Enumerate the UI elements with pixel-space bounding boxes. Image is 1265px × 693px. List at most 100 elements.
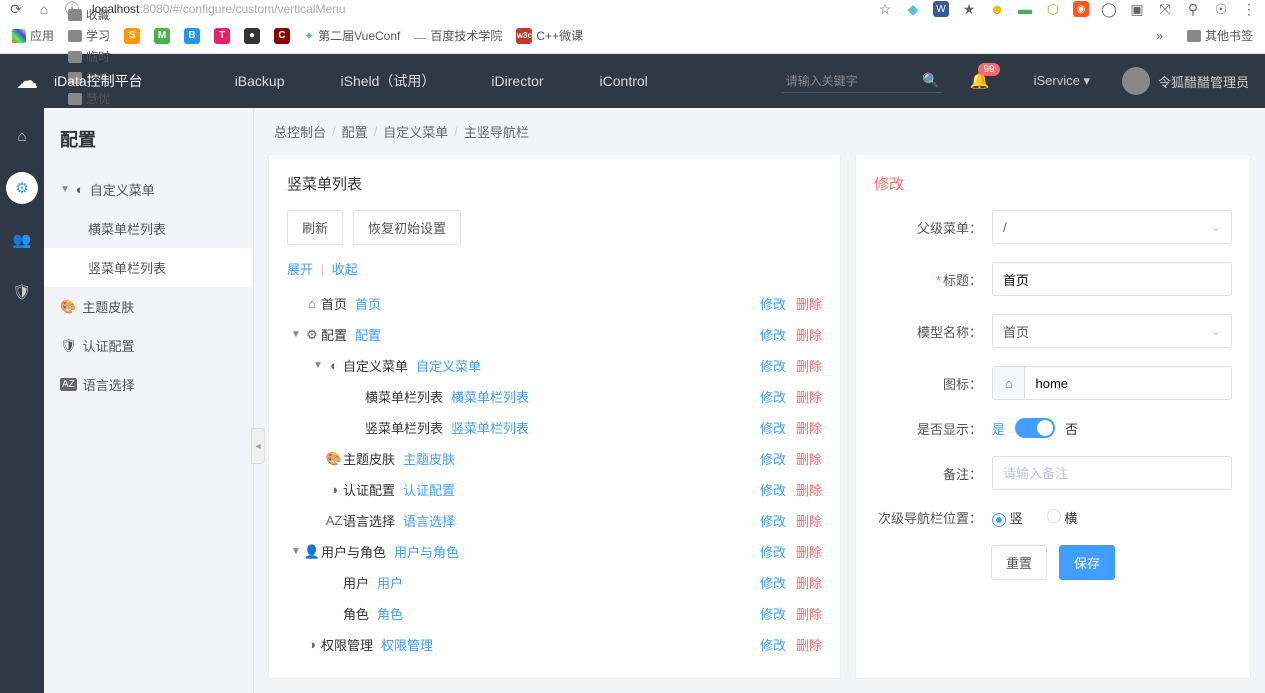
menu-icon[interactable]: ⋮ [1241, 1, 1257, 17]
nav-idirector[interactable]: iDirector [467, 73, 567, 89]
edit-link[interactable]: 修改 [760, 635, 786, 654]
ext-face-icon[interactable]: ☻ [989, 1, 1005, 17]
bell-icon[interactable]: 🔔99 [970, 71, 990, 91]
crumb-0[interactable]: 总控制台 [274, 122, 326, 141]
ext-arrow-icon[interactable]: ⤧ [1157, 1, 1173, 17]
tree-link[interactable]: 认证配置 [403, 480, 455, 499]
home-chrome-icon[interactable]: ⌂ [36, 1, 52, 17]
title-input[interactable] [992, 262, 1232, 296]
visible-switch[interactable] [1015, 418, 1055, 438]
sidebar-item-horizontal-list[interactable]: 横菜单栏列表 [44, 209, 253, 248]
edit-link[interactable]: 修改 [760, 480, 786, 499]
site-baidu[interactable]: ⎼百度技术学院 [410, 25, 506, 46]
chevron-down-icon[interactable]: ▼ [291, 329, 303, 340]
tree-link[interactable]: 配置 [355, 325, 381, 344]
more-bookmarks[interactable]: » [1156, 29, 1163, 43]
sidebar-item-auth[interactable]: 🛡认证配置 [44, 326, 253, 365]
bookmark-folder[interactable]: 收藏 [64, 4, 114, 25]
ext-pin-icon[interactable]: ⚲ [1185, 1, 1201, 17]
tree-link[interactable]: 语言选择 [403, 511, 455, 530]
site-w3c[interactable]: w3cC++微课 [512, 25, 587, 46]
delete-link[interactable]: 删除 [796, 449, 822, 468]
tree-link[interactable]: 权限管理 [381, 635, 433, 654]
ext-node-icon[interactable]: ⬡ [1045, 1, 1061, 17]
delete-link[interactable]: 删除 [796, 511, 822, 530]
site-dark[interactable]: ● [240, 26, 264, 46]
edit-link[interactable]: 修改 [760, 356, 786, 375]
ext-icon-w[interactable]: W [933, 1, 949, 17]
crumb-1[interactable]: 配置 [342, 122, 368, 141]
site-sogou[interactable]: S [120, 26, 144, 46]
delete-link[interactable]: 删除 [796, 387, 822, 406]
ext-box-icon[interactable]: ▣ [1129, 1, 1145, 17]
tree-link[interactable]: 横菜单栏列表 [451, 387, 529, 406]
delete-link[interactable]: 删除 [796, 542, 822, 561]
crumb-2[interactable]: 自定义菜单 [383, 122, 448, 141]
ext-icon-o[interactable]: ◉ [1073, 1, 1089, 17]
tree-link[interactable]: 主题皮肤 [403, 449, 455, 468]
edit-link[interactable]: 修改 [760, 542, 786, 561]
restore-button[interactable]: 恢复初始设置 [353, 210, 461, 245]
sidebar-item-custom-menu[interactable]: ▼ ◐ 自定义菜单 [44, 170, 253, 209]
tree-link[interactable]: 竖菜单栏列表 [451, 418, 529, 437]
ext-star-icon[interactable]: ★ [961, 1, 977, 17]
iservice-dropdown[interactable]: iService ▾ [1034, 73, 1090, 89]
site-t[interactable]: T [210, 26, 234, 46]
delete-link[interactable]: 删除 [796, 604, 822, 623]
tree-link[interactable]: 用户与角色 [394, 542, 459, 561]
url-bar[interactable]: localhost:8080/#/configure/custom/vertic… [92, 2, 346, 16]
delete-link[interactable]: 删除 [796, 418, 822, 437]
search-input[interactable] [782, 70, 942, 93]
bookmark-folder[interactable]: 慧优 [64, 88, 114, 109]
user-menu[interactable]: 令狐醋醋管理员 [1122, 67, 1249, 95]
delete-link[interactable]: 删除 [796, 635, 822, 654]
rail-shield-icon[interactable]: 🛡 [6, 276, 38, 308]
ext-chat-icon[interactable]: ▬ [1017, 1, 1033, 17]
reload-icon[interactable]: ⟳ [8, 1, 24, 17]
other-bookmarks[interactable]: 其他书签 [1183, 25, 1257, 46]
reset-button[interactable]: 重置 [991, 545, 1047, 580]
sidebar-item-language[interactable]: AZ语言选择 [44, 365, 253, 404]
site-c[interactable]: C [270, 26, 294, 46]
edit-link[interactable]: 修改 [760, 604, 786, 623]
edit-link[interactable]: 修改 [760, 294, 786, 313]
radio-vertical[interactable]: 竖 [992, 508, 1023, 527]
delete-link[interactable]: 删除 [796, 294, 822, 313]
ext-cat-icon[interactable]: ☉ [1213, 1, 1229, 17]
edit-link[interactable]: 修改 [760, 449, 786, 468]
sidebar-collapse-handle[interactable]: ◂ [251, 428, 265, 464]
apps-button[interactable]: 应用 [8, 25, 58, 46]
edit-link[interactable]: 修改 [760, 573, 786, 592]
rail-home-icon[interactable]: ⌂ [6, 120, 38, 152]
nav-ibackup[interactable]: iBackup [211, 73, 309, 89]
ext-icon-1[interactable]: ◆ [905, 1, 921, 17]
refresh-button[interactable]: 刷新 [287, 210, 343, 245]
edit-link[interactable]: 修改 [760, 387, 786, 406]
delete-link[interactable]: 删除 [796, 325, 822, 344]
sidebar-item-theme[interactable]: 🎨主题皮肤 [44, 287, 253, 326]
bookmark-folder[interactable]: 学习 [64, 25, 114, 46]
search-icon[interactable]: 🔍 [922, 72, 939, 89]
nav-isheld[interactable]: iSheld（试用） [317, 71, 460, 91]
ext-globe-icon[interactable]: ◯ [1101, 1, 1117, 17]
tree-link[interactable]: 首页 [355, 294, 381, 313]
delete-link[interactable]: 删除 [796, 356, 822, 375]
parent-select[interactable]: /⌄ [992, 210, 1232, 244]
save-button[interactable]: 保存 [1059, 545, 1115, 580]
delete-link[interactable]: 删除 [796, 480, 822, 499]
chevron-down-icon[interactable]: ▼ [313, 360, 325, 371]
star-icon[interactable]: ☆ [877, 1, 893, 17]
model-select[interactable]: 首页⌄ [992, 314, 1232, 348]
tree-link[interactable]: 自定义菜单 [416, 356, 481, 375]
expand-all[interactable]: 展开 [287, 262, 313, 277]
site-vueconf[interactable]: ✦第二届VueConf [300, 25, 404, 46]
delete-link[interactable]: 删除 [796, 573, 822, 592]
radio-horizontal[interactable]: 横 [1047, 508, 1078, 527]
tree-link[interactable]: 角色 [377, 604, 403, 623]
chevron-down-icon[interactable]: ▼ [291, 546, 303, 557]
rail-config-icon[interactable]: ⚙ [6, 172, 38, 204]
tree-link[interactable]: 用户 [377, 573, 403, 592]
icon-input[interactable] [1024, 366, 1232, 400]
bookmark-folder[interactable]: 临时 [64, 46, 114, 67]
edit-link[interactable]: 修改 [760, 325, 786, 344]
